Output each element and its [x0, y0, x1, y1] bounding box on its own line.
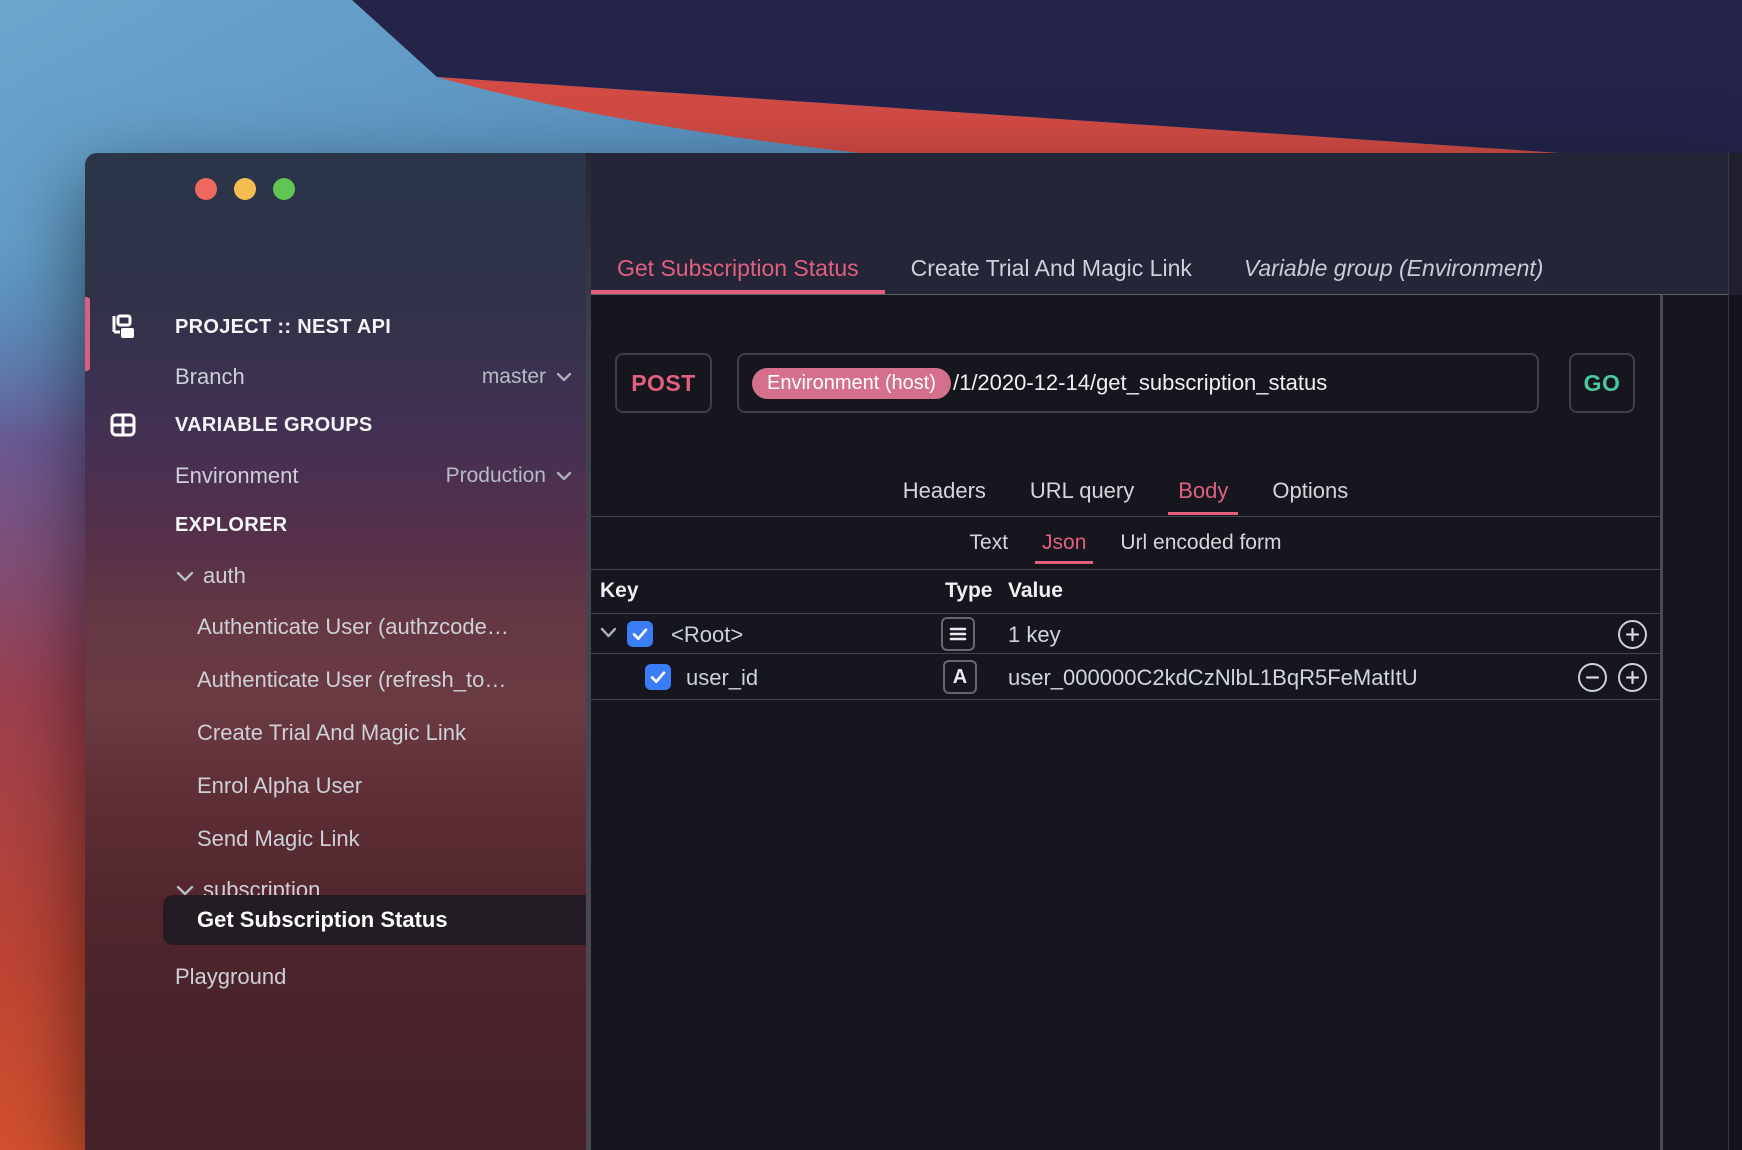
- send-label: GO: [1584, 370, 1621, 397]
- editor-tabs: Get Subscription Status Create Trial And…: [591, 242, 1569, 294]
- request-bar-area: POST Environment (host) /1/2020-12-14/ge…: [591, 295, 1742, 465]
- method-button[interactable]: POST: [615, 353, 712, 413]
- close-window-button[interactable]: [195, 178, 217, 200]
- main-pane: Get Subscription Status Create Trial And…: [591, 153, 1742, 1150]
- item-label: Authenticate User (authzcode…: [197, 614, 509, 640]
- branch-value[interactable]: master: [482, 365, 546, 389]
- tab-label: URL query: [1030, 478, 1134, 504]
- tab-label: Url encoded form: [1120, 531, 1281, 555]
- collapse-chevron-icon[interactable]: [599, 625, 618, 645]
- environment-value[interactable]: Production: [446, 464, 546, 488]
- url-input[interactable]: Environment (host) /1/2020-12-14/get_sub…: [737, 353, 1539, 413]
- sidebar-item-enrol-alpha[interactable]: Enrol Alpha User: [85, 766, 586, 806]
- tab-label: Options: [1272, 478, 1348, 504]
- branch-label: Branch: [175, 364, 245, 390]
- body-format-tabs: Text Json Url encoded form: [591, 517, 1660, 570]
- type-string-icon[interactable]: A: [943, 660, 977, 694]
- row-key[interactable]: user_id: [686, 665, 758, 691]
- environment-variable-chip[interactable]: Environment (host): [752, 368, 951, 399]
- tab-label: Json: [1042, 531, 1086, 555]
- branch-row[interactable]: Branch master: [85, 357, 586, 397]
- user-id-checkbox-checked[interactable]: [645, 664, 671, 690]
- root-checkbox-checked[interactable]: [627, 621, 653, 647]
- project-tree-icon: [110, 314, 136, 340]
- row-value[interactable]: 1 key: [1008, 622, 1061, 648]
- sidebar-item-send-magic-link[interactable]: Send Magic Link: [85, 819, 586, 859]
- playground-label: Playground: [175, 964, 286, 990]
- sidebar-item-playground[interactable]: Playground: [85, 957, 586, 997]
- table-row-root: <Root> 1 key: [591, 614, 1660, 654]
- url-path-text[interactable]: /1/2020-12-14/get_subscription_status: [953, 370, 1327, 396]
- panel-right-divider: [1660, 295, 1663, 1150]
- sidebar-item-get-subscription-status-selected[interactable]: Get Subscription Status: [163, 895, 586, 945]
- tab-variable-group-environment[interactable]: Variable group (Environment): [1218, 242, 1570, 294]
- chevron-down-icon: [555, 469, 573, 488]
- row-key[interactable]: <Root>: [671, 622, 743, 648]
- request-section-tabs: Headers URL query Body Options: [591, 465, 1660, 517]
- tab-create-trial-and-magic-link[interactable]: Create Trial And Magic Link: [885, 242, 1218, 294]
- tab-label: Headers: [903, 478, 986, 504]
- chevron-down-icon: [555, 370, 573, 389]
- tab-headers[interactable]: Headers: [881, 465, 1008, 516]
- tab-label: Text: [970, 531, 1009, 555]
- tab-label: Body: [1178, 478, 1228, 504]
- tab-options[interactable]: Options: [1250, 465, 1370, 516]
- tab-label: Create Trial And Magic Link: [911, 255, 1192, 282]
- method-label: POST: [631, 370, 696, 397]
- sidebar-item-authenticate-refresh[interactable]: Authenticate User (refresh_to…: [85, 660, 586, 700]
- item-label: Enrol Alpha User: [197, 773, 362, 799]
- explorer-title: EXPLORER: [175, 514, 287, 537]
- tab-label: Variable group (Environment): [1244, 255, 1544, 282]
- variable-groups-title: VARIABLE GROUPS: [175, 414, 372, 437]
- item-label: Send Magic Link: [197, 826, 360, 852]
- request-bar: POST Environment (host) /1/2020-12-14/ge…: [615, 353, 1742, 413]
- type-object-icon[interactable]: [941, 617, 975, 651]
- minimize-window-button[interactable]: [234, 178, 256, 200]
- project-title: PROJECT :: NEST API: [175, 316, 391, 339]
- editor-tab-bar: Get Subscription Status Create Trial And…: [591, 153, 1742, 295]
- request-editor: POST Environment (host) /1/2020-12-14/ge…: [591, 295, 1742, 1150]
- item-label: Authenticate User (refresh_to…: [197, 667, 506, 693]
- tab-label: Get Subscription Status: [617, 255, 859, 282]
- project-header[interactable]: PROJECT :: NEST API: [85, 307, 586, 347]
- body-table-header: Key Type Value: [591, 570, 1660, 614]
- sidebar-item-create-trial[interactable]: Create Trial And Magic Link: [85, 713, 586, 753]
- tab-text[interactable]: Text: [953, 517, 1026, 569]
- variable-groups-header: VARIABLE GROUPS: [85, 405, 586, 445]
- empty-body-area: [591, 700, 1742, 1150]
- add-key-button[interactable]: [1618, 663, 1647, 692]
- window-controls: [195, 178, 295, 200]
- explorer-header: EXPLORER: [85, 505, 586, 545]
- tab-url-encoded-form[interactable]: Url encoded form: [1103, 517, 1298, 569]
- environment-row[interactable]: Environment Production: [85, 456, 586, 496]
- tab-get-subscription-status[interactable]: Get Subscription Status: [591, 242, 885, 294]
- table-row-user-id: user_id A user_000000C2kdCzNlbL1BqR5FeMa…: [591, 654, 1660, 700]
- window-right-edge: [1728, 153, 1742, 1150]
- zoom-window-button[interactable]: [273, 178, 295, 200]
- tab-body[interactable]: Body: [1156, 465, 1250, 516]
- app-window: PROJECT :: NEST API Branch master VARIAB…: [85, 153, 1742, 1150]
- column-value: Value: [1008, 579, 1063, 603]
- variable-groups-grid-icon: [110, 412, 136, 438]
- remove-key-button[interactable]: [1578, 663, 1607, 692]
- add-key-button[interactable]: [1618, 620, 1647, 649]
- sidebar: PROJECT :: NEST API Branch master VARIAB…: [85, 153, 586, 1150]
- tab-url-query[interactable]: URL query: [1008, 465, 1156, 516]
- row-value[interactable]: user_000000C2kdCzNlbL1BqR5FeMatItU: [1008, 665, 1418, 691]
- chevron-down-icon: [175, 569, 195, 589]
- send-request-button[interactable]: GO: [1569, 353, 1635, 413]
- sidebar-group-auth[interactable]: auth: [85, 556, 586, 596]
- item-label: Create Trial And Magic Link: [197, 720, 466, 746]
- environment-label: Environment: [175, 463, 299, 489]
- column-type: Type: [945, 579, 992, 603]
- group-label: auth: [203, 563, 246, 589]
- selected-item-label: Get Subscription Status: [197, 907, 448, 933]
- type-letter-a: A: [953, 666, 967, 689]
- tab-json[interactable]: Json: [1025, 517, 1103, 569]
- sidebar-item-authenticate-authzcode[interactable]: Authenticate User (authzcode…: [85, 607, 586, 647]
- column-key: Key: [600, 579, 639, 603]
